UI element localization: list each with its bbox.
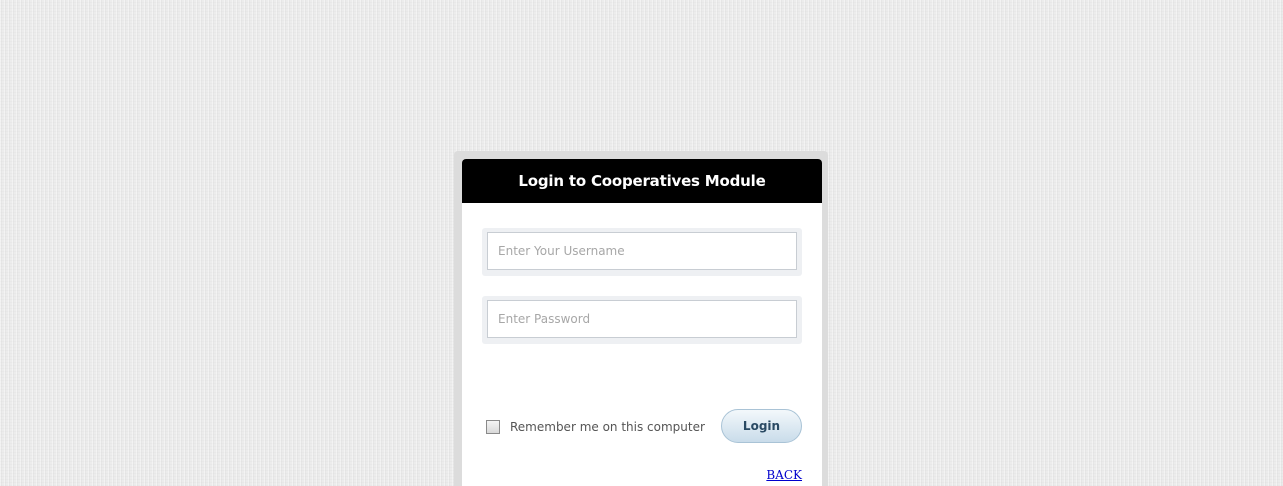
password-field-wrapper bbox=[482, 296, 802, 344]
remember-me-checkbox[interactable] bbox=[486, 420, 500, 434]
login-button[interactable]: Login bbox=[721, 409, 802, 443]
password-input[interactable] bbox=[487, 300, 797, 338]
username-field-wrapper bbox=[482, 228, 802, 276]
login-panel-title: Login to Cooperatives Module bbox=[462, 159, 822, 203]
remember-me-label: Remember me on this computer bbox=[510, 420, 705, 434]
login-panel: Login to Cooperatives Module Remember me… bbox=[462, 159, 822, 486]
remember-me-option[interactable]: Remember me on this computer bbox=[486, 418, 705, 436]
username-input[interactable] bbox=[487, 232, 797, 270]
back-link[interactable]: BACK bbox=[766, 468, 802, 482]
